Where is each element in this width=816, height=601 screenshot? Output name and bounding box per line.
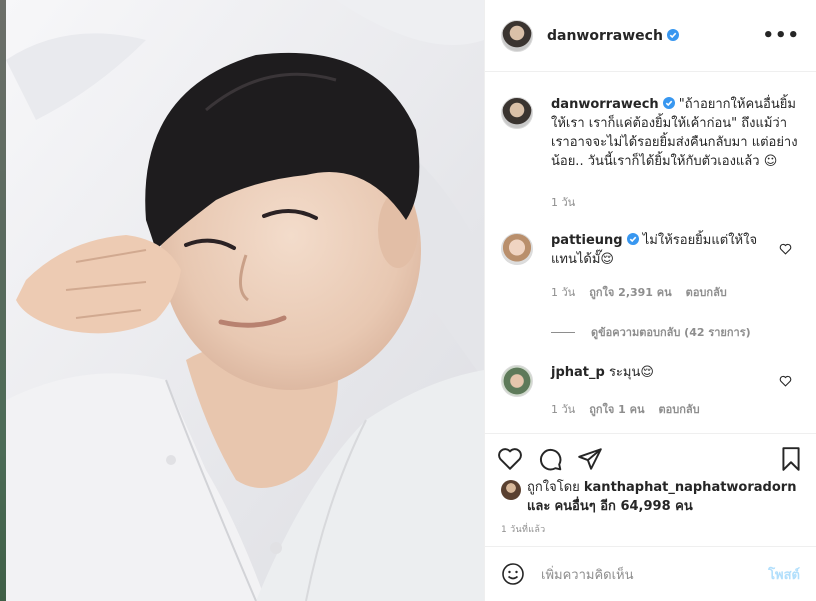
verified-badge-icon — [666, 28, 679, 41]
likes-summary: ถูกใจโดย kanthaphat_naphatworadorn และ ค… — [501, 478, 800, 516]
liker-avatar[interactable] — [501, 480, 521, 500]
view-replies-button[interactable]: ดูข้อความตอบกลับ (42 รายการ) — [551, 323, 800, 341]
post-header: danworrawech ••• — [485, 0, 816, 72]
comment-item: jphat_p ระมุน😌 1 วัน ถูกใจ 1 คน ตอบกลับ — [501, 363, 800, 418]
share-paper-plane-icon[interactable] — [577, 446, 603, 472]
likes-count[interactable]: คนอื่นๆ อีก 64,998 คน — [554, 499, 692, 514]
post-side-panel: danworrawech ••• danworrawech "ถ้าอยากให… — [484, 0, 816, 601]
liker-username[interactable]: kanthaphat_naphatworadorn — [584, 480, 797, 495]
bookmark-icon[interactable] — [778, 446, 804, 472]
caption: danworrawech "ถ้าอยากให้คนอื่นยิ้มให้เรา… — [501, 95, 800, 211]
reply-button[interactable]: ตอบกลับ — [659, 400, 700, 418]
portrait-image — [6, 0, 484, 601]
reply-button[interactable]: ตอบกลับ — [686, 283, 727, 301]
comment-item: pattieung ไม่ให้รอยยิ้มแต่ให้ใจแทนได้มั๊… — [501, 231, 800, 301]
comment-username[interactable]: pattieung — [551, 233, 623, 248]
verified-badge-icon — [626, 233, 639, 245]
comment-text: ระมุน😌 — [608, 365, 654, 380]
avatar[interactable] — [501, 365, 533, 397]
like-comment-heart-icon[interactable] — [779, 375, 792, 387]
comments-list[interactable]: danworrawech "ถ้าอยากให้คนอื่นยิ้มให้เรา… — [485, 73, 816, 433]
instagram-post-modal: danworrawech ••• danworrawech "ถ้าอยากให… — [0, 0, 816, 601]
like-heart-icon[interactable] — [497, 446, 523, 472]
emoji-icon[interactable] — [501, 562, 525, 586]
replies-line — [551, 331, 575, 333]
author-username[interactable]: danworrawech — [547, 28, 679, 44]
action-bar — [485, 433, 816, 483]
post-comment-button[interactable]: โพสต์ — [768, 564, 800, 585]
likes-and: และ — [527, 499, 551, 514]
avatar[interactable] — [501, 19, 533, 52]
like-comment-heart-icon[interactable] — [779, 243, 792, 255]
likes-prefix: ถูกใจโดย — [527, 480, 580, 495]
comment-input[interactable]: เพิ่มความคิดเห็น — [541, 564, 634, 585]
post-photo[interactable] — [6, 0, 484, 601]
comment-likes[interactable]: ถูกใจ 2,391 คน — [589, 283, 671, 301]
comment-likes[interactable]: ถูกใจ 1 คน — [589, 400, 644, 418]
add-comment-bar: เพิ่มความคิดเห็น โพสต์ — [485, 546, 816, 601]
comment-time[interactable]: 1 วัน — [551, 283, 575, 301]
comment-time[interactable]: 1 วัน — [551, 400, 575, 418]
post-date[interactable]: 1 วันที่แล้ว — [501, 522, 546, 536]
comment-username[interactable]: jphat_p — [551, 365, 605, 380]
caption-time[interactable]: 1 วัน — [551, 193, 575, 211]
avatar[interactable] — [501, 233, 533, 265]
avatar[interactable] — [501, 97, 533, 129]
verified-badge-icon — [662, 97, 675, 109]
caption-username[interactable]: danworrawech — [551, 97, 659, 112]
more-options-button[interactable]: ••• — [762, 25, 800, 46]
comment-bubble-icon[interactable] — [537, 446, 563, 472]
